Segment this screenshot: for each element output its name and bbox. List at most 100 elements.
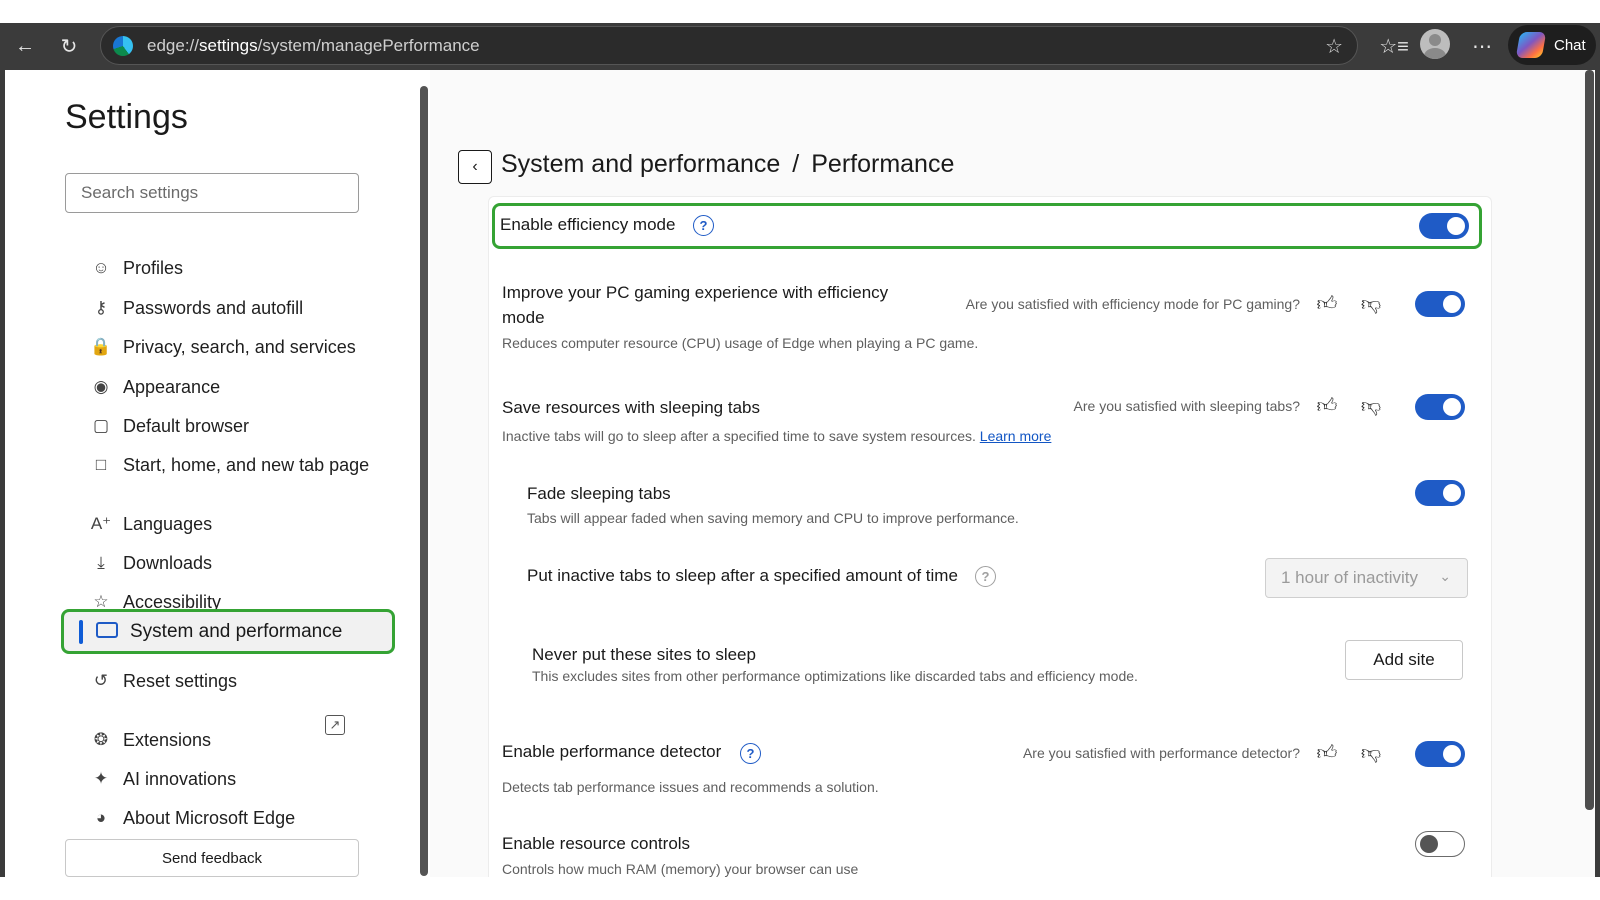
learn-more-link[interactable]: Learn more <box>980 428 1052 444</box>
sidebar-item-privacy[interactable]: 🔒 Privacy, search, and services <box>90 329 356 365</box>
thumbs-up-icon[interactable]: 👍︎ <box>1314 740 1340 766</box>
efficiency-mode-toggle[interactable] <box>1419 213 1469 239</box>
key-icon: ⚷ <box>94 298 108 317</box>
browser-toolbar: ← ↻ edge://settings/system/managePerform… <box>0 23 1600 68</box>
thumbs-up-icon[interactable]: 👍︎ <box>1314 291 1340 317</box>
send-feedback-button[interactable]: Send feedback <box>65 839 359 877</box>
fade-tabs-description: Tabs will appear faded when saving memor… <box>527 510 1019 526</box>
sidebar-item-label: Start, home, and new tab page <box>123 454 370 475</box>
copilot-icon <box>1515 32 1547 58</box>
detector-feedback-question: Are you satisfied with performance detec… <box>1022 745 1300 761</box>
sleep-after-title: Put inactive tabs to sleep after a speci… <box>527 566 958 585</box>
sidebar-item-profiles[interactable]: ☺ Profiles <box>91 250 183 286</box>
add-site-button[interactable]: Add site <box>1345 640 1463 680</box>
sleeping-feedback-question: Are you satisfied with sleeping tabs? <box>1073 398 1300 414</box>
detector-description: Detects tab performance issues and recom… <box>502 779 879 795</box>
sidebar-item-languages[interactable]: A⁺ Languages <box>91 506 212 542</box>
sidebar-item-label: Privacy, search, and services <box>123 336 356 357</box>
sidebar-item-ai-innovations[interactable]: ✦ AI innovations <box>91 761 236 797</box>
resource-controls-description: Controls how much RAM (memory) your brow… <box>502 861 859 877</box>
sleeping-tabs-toggle[interactable] <box>1415 394 1465 420</box>
breadcrumb-separator: / <box>792 150 800 178</box>
browser-icon: ▢ <box>92 416 110 435</box>
sidebar-item-label: Default browser <box>123 415 250 436</box>
home-icon: □ <box>95 455 107 474</box>
search-settings-input[interactable] <box>65 173 359 213</box>
url-text: edge://settings/system/managePerformance <box>147 35 480 55</box>
gaming-feedback-question: Are you satisfied with efficiency mode f… <box>965 296 1300 312</box>
detector-toggle[interactable] <box>1415 741 1465 767</box>
breadcrumb-current: Performance <box>811 150 955 178</box>
sidebar-item-label: Passwords and autofill <box>123 297 304 318</box>
sidebar-item-system-performance[interactable]: System and performance <box>61 609 395 654</box>
ai-icon: ✦ <box>93 769 109 788</box>
help-icon[interactable]: ? <box>740 743 761 764</box>
settings-sidebar: Settings ☺ Profiles ⚷ Passwords and auto… <box>5 70 430 877</box>
never-sleep-description: This excludes sites from other performan… <box>532 668 1138 684</box>
sleeping-tabs-description: Inactive tabs will go to sleep after a s… <box>502 428 1052 444</box>
never-sleep-title: Never put these sites to sleep <box>532 645 756 664</box>
chat-label: Chat <box>1554 36 1586 54</box>
fade-tabs-title: Fade sleeping tabs <box>527 484 671 503</box>
sidebar-item-label: Reset settings <box>123 670 238 691</box>
sidebar-item-about[interactable]: ◕ About Microsoft Edge <box>91 800 295 836</box>
settings-main: ‹ System and performance / Performance E… <box>430 70 1595 877</box>
lock-icon: 🔒 <box>90 337 112 356</box>
thumbs-down-icon[interactable]: 👎︎ <box>1358 740 1384 766</box>
sidebar-item-label: Extensions <box>123 729 212 750</box>
refresh-icon[interactable]: ↻ <box>52 29 86 63</box>
detector-title: Enable performance detector <box>502 742 722 761</box>
sidebar-item-label: System and performance <box>130 621 343 642</box>
help-icon[interactable]: ? <box>975 566 996 587</box>
sidebar-item-downloads[interactable]: ⤓ Downloads <box>91 545 212 581</box>
browser-frame: ← ↻ edge://settings/system/managePerform… <box>0 23 1600 877</box>
sidebar-item-label: Downloads <box>123 552 213 573</box>
gaming-title: Improve your PC gaming experience with e… <box>502 283 889 327</box>
thumbs-down-icon[interactable]: 👎︎ <box>1358 393 1384 419</box>
open-external-icon[interactable]: ↗ <box>325 715 345 735</box>
edge-icon: ◕ <box>95 808 107 827</box>
chevron-left-icon: ‹ <box>472 158 478 175</box>
sidebar-item-label: AI innovations <box>123 768 237 789</box>
sidebar-scrollbar[interactable] <box>420 86 428 876</box>
breadcrumb-parent[interactable]: System and performance <box>501 150 780 179</box>
star-icon[interactable]: ☆ <box>1325 34 1343 59</box>
sidebar-item-passwords[interactable]: ⚷ Passwords and autofill <box>91 290 303 326</box>
thumbs-down-icon[interactable]: 👎︎ <box>1358 291 1384 317</box>
sidebar-item-label: Profiles <box>123 257 184 278</box>
chat-button[interactable]: Chat <box>1508 25 1596 65</box>
gaming-toggle[interactable] <box>1415 291 1465 317</box>
main-scrollbar[interactable] <box>1585 70 1594 810</box>
resource-controls-title: Enable resource controls <box>502 834 691 853</box>
edge-icon <box>113 35 133 56</box>
efficiency-mode-title: Enable efficiency mode <box>500 215 676 234</box>
puzzle-icon: ❂ <box>93 730 109 749</box>
settings-title: Settings <box>65 98 188 136</box>
back-button[interactable]: ‹ <box>458 150 492 184</box>
resource-controls-toggle[interactable] <box>1415 831 1465 857</box>
active-indicator <box>79 620 83 644</box>
more-icon[interactable]: ⋯ <box>1465 29 1499 63</box>
sleeping-tabs-title: Save resources with sleeping tabs <box>502 398 760 417</box>
sidebar-item-appearance[interactable]: ◉ Appearance <box>91 369 221 405</box>
address-bar[interactable]: edge://settings/system/managePerformance… <box>100 26 1358 65</box>
thumbs-up-icon[interactable]: 👍︎ <box>1314 393 1340 419</box>
sleep-after-value: 1 hour of inactivity <box>1281 568 1419 587</box>
sidebar-item-label: About Microsoft Edge <box>123 807 296 828</box>
palette-icon: ◉ <box>93 377 109 396</box>
download-icon: ⤓ <box>97 553 105 572</box>
help-icon[interactable]: ? <box>693 215 714 236</box>
sidebar-item-reset[interactable]: ↺ Reset settings <box>91 663 237 699</box>
favorites-icon[interactable]: ☆≡ <box>1377 29 1411 63</box>
sidebar-item-default-browser[interactable]: ▢ Default browser <box>91 408 249 444</box>
fade-tabs-toggle[interactable] <box>1415 480 1465 506</box>
sidebar-item-label: Languages <box>123 513 213 534</box>
sidebar-item-extensions[interactable]: ❂ Extensions <box>91 722 211 758</box>
sleep-after-select[interactable]: 1 hour of inactivity ⌄ <box>1265 558 1468 598</box>
reset-icon: ↺ <box>93 671 109 690</box>
sidebar-item-start-home[interactable]: □ Start, home, and new tab page <box>91 447 369 483</box>
back-arrow-icon[interactable]: ← <box>8 29 42 63</box>
profile-icon: ☺ <box>92 258 110 277</box>
profile-avatar[interactable] <box>1420 29 1450 59</box>
sidebar-item-label: Appearance <box>123 376 221 397</box>
